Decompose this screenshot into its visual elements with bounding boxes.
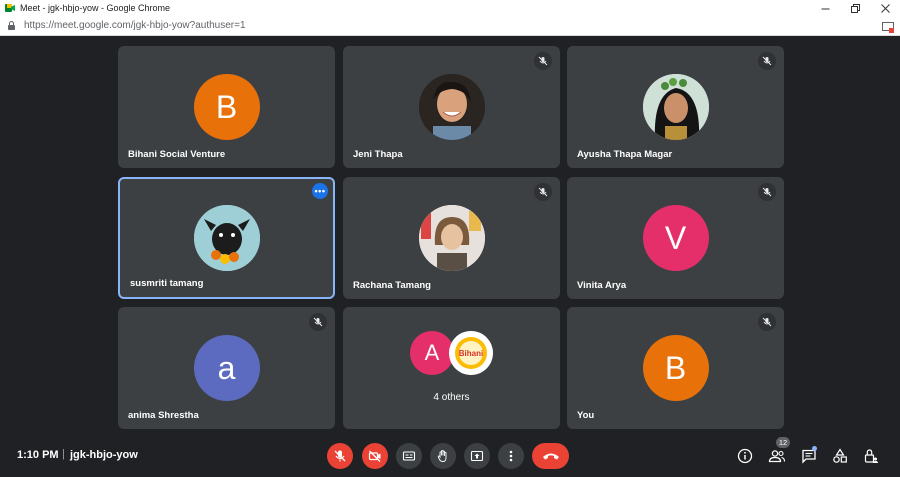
participant-tile[interactable]: V Vinita Arya — [567, 177, 784, 299]
info-icon — [737, 448, 753, 464]
title-bar: Meet - jgk-hbjo-yow - Google Chrome — [0, 0, 900, 16]
url-text[interactable]: https://meet.google.com/jgk-hbjo-yow?aut… — [24, 20, 246, 31]
window-title: Meet - jgk-hbjo-yow - Google Chrome — [20, 3, 171, 13]
people-icon — [768, 450, 786, 463]
avatar: A — [410, 331, 454, 375]
avatar — [642, 74, 709, 140]
participant-name: Rachana Tamang — [353, 280, 431, 291]
participant-name: You — [577, 410, 595, 421]
participant-name: Vinita Arya — [577, 280, 627, 291]
mic-off-icon — [534, 52, 552, 70]
mic-toggle-button[interactable] — [327, 443, 353, 469]
address-bar[interactable]: https://meet.google.com/jgk-hbjo-yow?aut… — [0, 16, 900, 36]
shapes-icon — [833, 448, 847, 463]
cast-icon[interactable] — [882, 20, 894, 33]
avatar: a — [193, 335, 260, 401]
avatar: B — [642, 335, 709, 401]
participants-button[interactable] — [766, 445, 788, 467]
minimize-icon[interactable] — [810, 0, 840, 16]
mic-off-icon — [758, 183, 776, 201]
avatar — [418, 205, 485, 271]
camera-toggle-button[interactable] — [362, 443, 388, 469]
present-icon — [470, 450, 484, 462]
mic-off-icon — [309, 313, 327, 331]
others-count-label: 4 others — [433, 392, 470, 403]
participant-tile[interactable]: Rachana Tamang — [343, 177, 560, 299]
camera-off-icon — [368, 450, 381, 462]
participant-count-badge: 12 — [776, 437, 790, 448]
mic-off-icon — [334, 450, 346, 462]
participant-tile[interactable]: Ayusha Thapa Magar — [567, 46, 784, 168]
lock-person-icon — [864, 449, 878, 463]
bihani-logo-avatar: Bihani — [449, 331, 493, 375]
more-vert-icon — [509, 450, 513, 462]
lock-icon[interactable] — [7, 21, 16, 30]
captions-button[interactable] — [396, 443, 422, 469]
meeting-time: 1:10 PM — [17, 449, 59, 461]
chat-unread-dot — [812, 446, 817, 451]
avatar — [418, 74, 485, 140]
meeting-controls-bar: 1:10 PM | jgk-hbjo-yow 12 — [0, 431, 900, 477]
mic-off-icon — [758, 52, 776, 70]
hang-up-icon — [542, 453, 559, 460]
meeting-code: jgk-hbjo-yow — [70, 449, 138, 461]
participant-tile[interactable]: a anima Shrestha — [118, 307, 335, 429]
window-controls — [810, 0, 900, 16]
more-options-button[interactable] — [498, 443, 524, 469]
mic-off-icon — [534, 183, 552, 201]
participant-tile-active[interactable]: ••• susmriti tamang — [118, 177, 335, 299]
meeting-details-button[interactable] — [734, 445, 756, 467]
participant-name: Bihani Social Venture — [128, 149, 226, 160]
svg-text:Bihani: Bihani — [459, 349, 483, 358]
avatar — [193, 205, 260, 271]
meet-favicon-icon — [5, 3, 15, 13]
participant-tile[interactable]: Jeni Thapa — [343, 46, 560, 168]
participant-name: Ayusha Thapa Magar — [577, 149, 673, 160]
restore-icon[interactable] — [840, 0, 870, 16]
more-options-icon[interactable]: ••• — [312, 183, 328, 199]
raise-hand-button[interactable] — [430, 443, 456, 469]
self-tile[interactable]: B You — [567, 307, 784, 429]
activities-button[interactable] — [829, 445, 851, 467]
avatar: V — [642, 205, 709, 271]
host-controls-button[interactable] — [860, 445, 882, 467]
captions-icon — [402, 451, 416, 461]
participant-name: Jeni Thapa — [353, 149, 403, 160]
close-icon[interactable] — [870, 0, 900, 16]
avatar: B — [193, 74, 260, 140]
separator: | — [62, 448, 65, 460]
mic-off-icon — [758, 313, 776, 331]
participant-tile[interactable]: B Bihani Social Venture — [118, 46, 335, 168]
participant-name: anima Shrestha — [128, 410, 199, 421]
browser-window: Meet - jgk-hbjo-yow - Google Chrome http… — [0, 0, 900, 477]
present-screen-button[interactable] — [464, 443, 490, 469]
hand-icon — [437, 450, 447, 462]
leave-call-button[interactable] — [532, 443, 569, 469]
participant-name: susmriti tamang — [130, 278, 204, 289]
others-tile[interactable]: A Bihani 4 others — [343, 307, 560, 429]
